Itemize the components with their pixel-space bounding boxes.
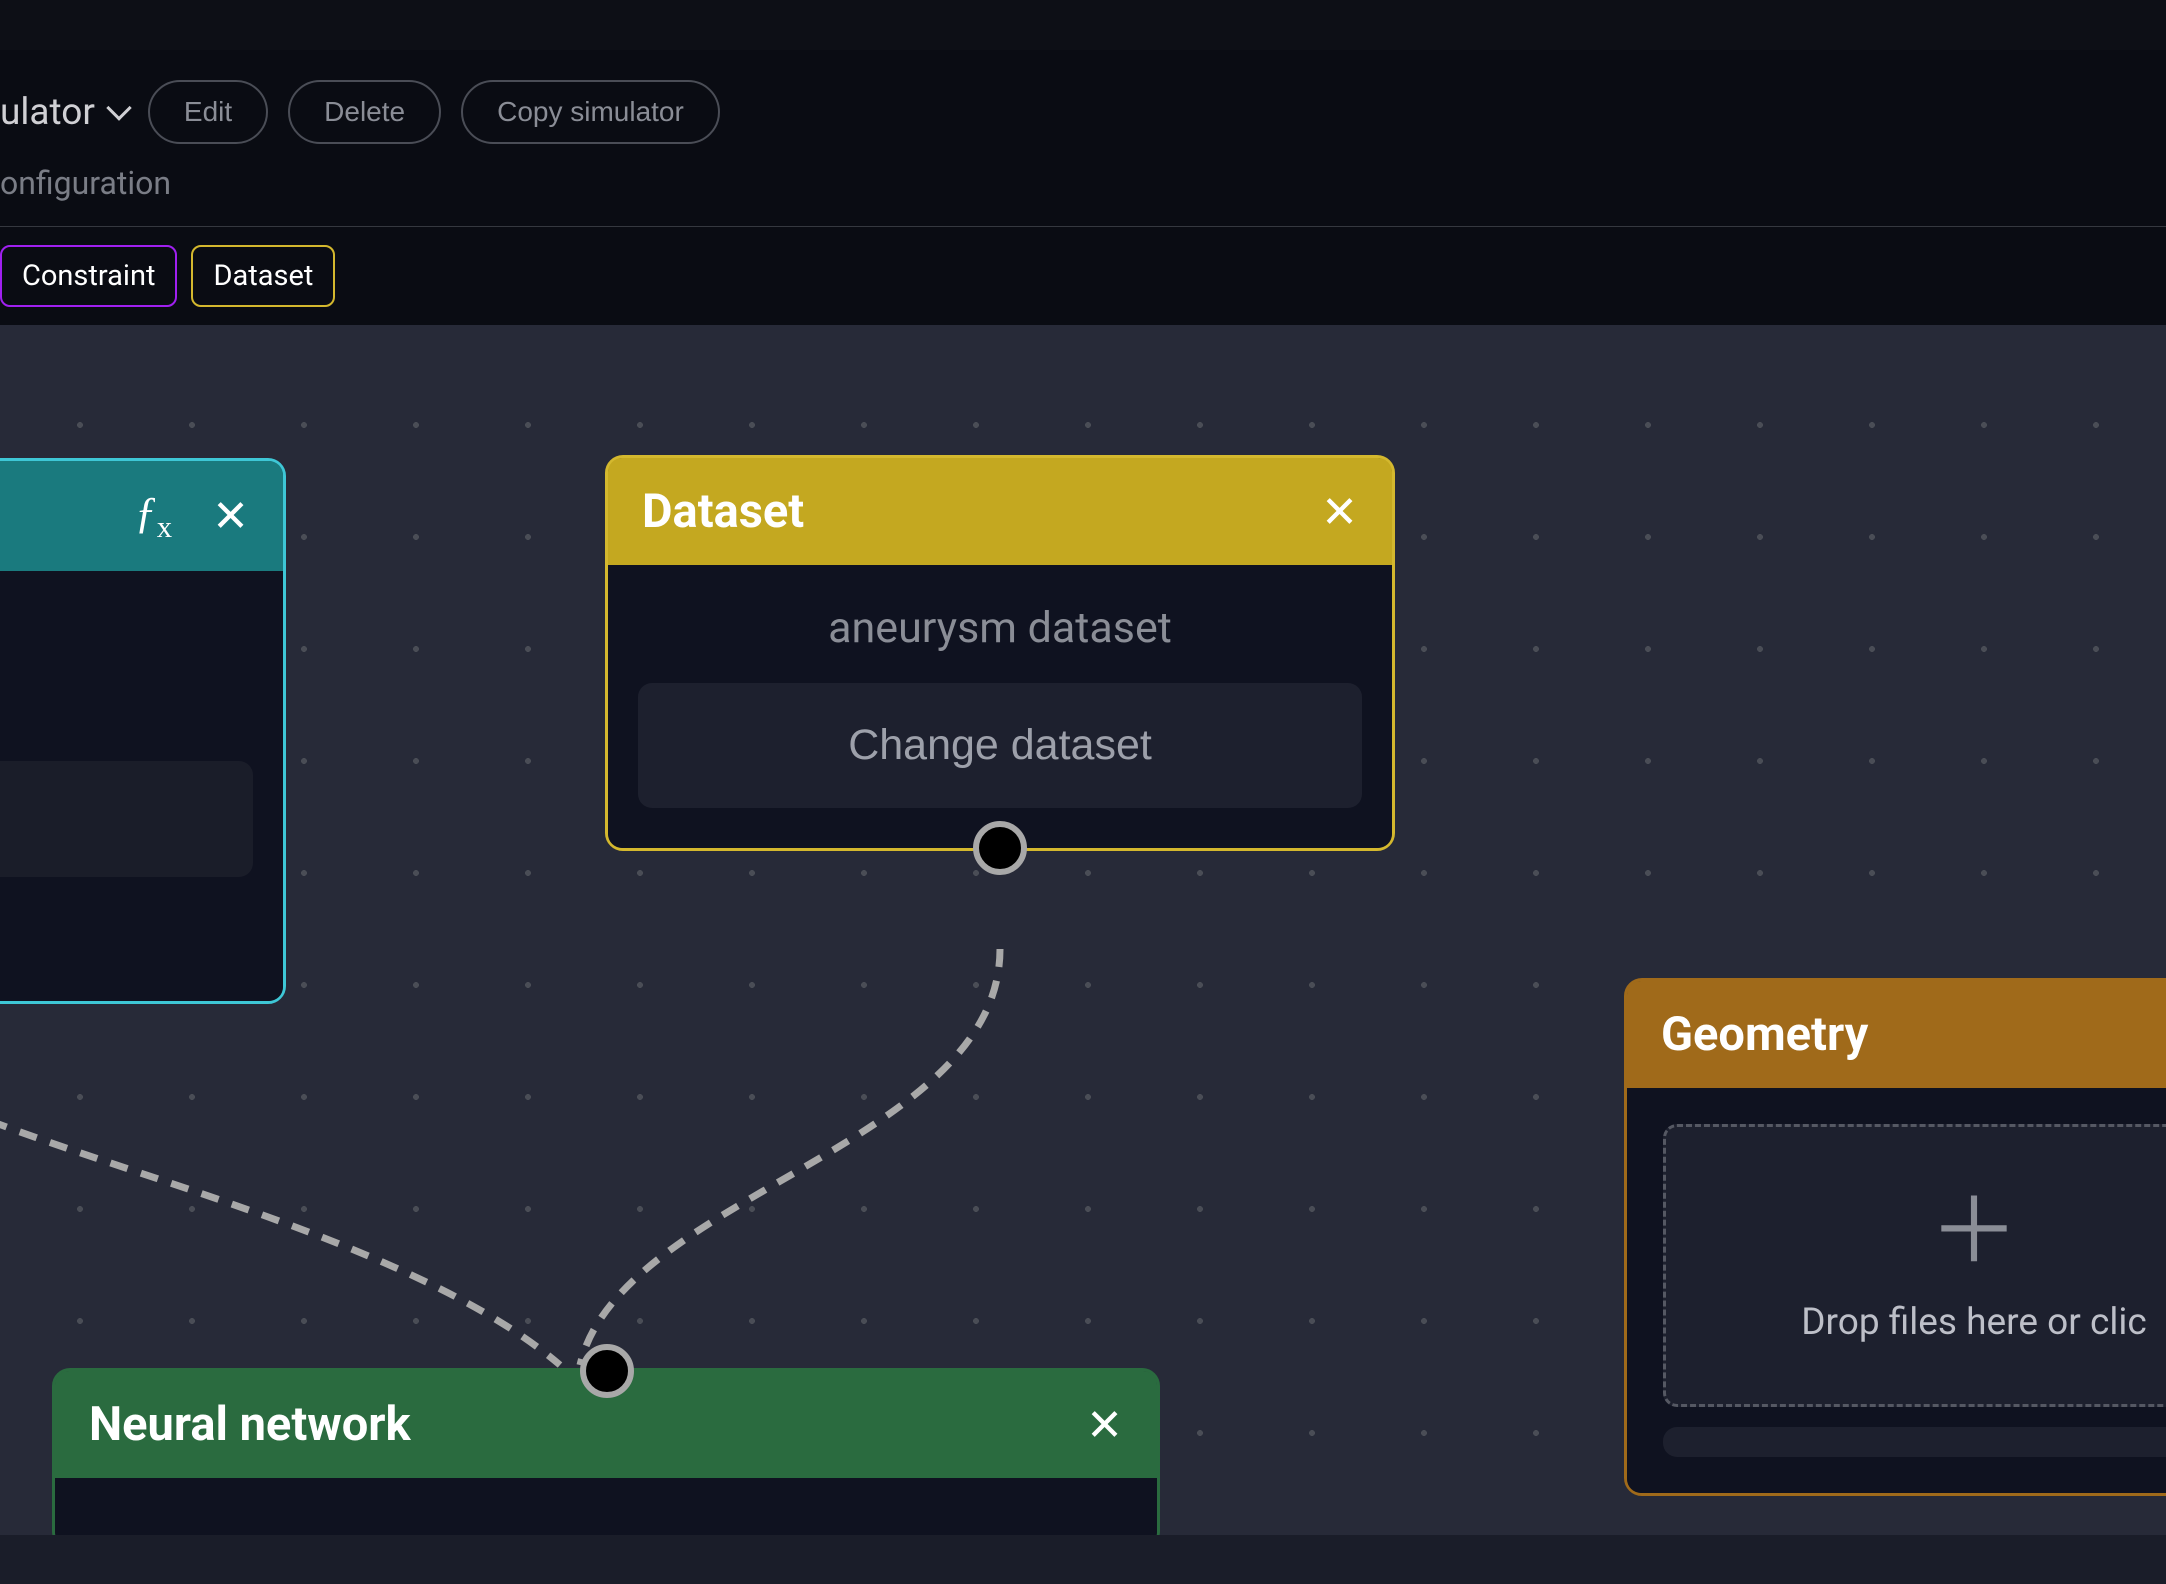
node-geometry-title: Geometry [1661,1007,1868,1062]
node-dataset-title: Dataset [642,484,804,539]
config-label: onfiguration [0,164,2166,226]
node-equation-body: tion: es tion [0,571,283,1001]
edit-button[interactable]: Edit [148,80,268,144]
close-icon[interactable]: ✕ [212,494,249,538]
canvas[interactable]: ƒx ✕ tion: es tion Dataset ✕ aneurysm da… [0,325,2166,1535]
node-equation-header[interactable]: ƒx ✕ [0,461,283,571]
dropzone-text: Drop files here or clic [1706,1301,2166,1344]
node-dataset[interactable]: Dataset ✕ aneurysm dataset Change datase… [605,455,1395,851]
simulator-dropdown[interactable]: ulator [0,91,128,134]
node-nn-body [55,1478,1157,1535]
geometry-lower-panel [1663,1427,2166,1457]
copy-simulator-button[interactable]: Copy simulator [461,80,720,144]
dataset-name-label: aneurysm dataset [638,593,1362,683]
node-dataset-body: aneurysm dataset Change dataset [608,565,1392,848]
node-geometry[interactable]: Geometry ＋ Drop files here or clic [1624,978,2166,1496]
tag-constraint[interactable]: Constraint [0,245,177,307]
port-output[interactable] [973,821,1027,875]
simulator-label: ulator [0,91,95,134]
change-dataset-button[interactable]: Change dataset [638,683,1362,808]
chevron-down-icon [106,95,131,120]
equation-text-line1: tion: [0,599,253,662]
node-nn-title: Neural network [89,1397,411,1452]
tag-dataset[interactable]: Dataset [191,245,335,307]
fx-icon: ƒx [135,487,172,545]
close-icon[interactable]: ✕ [1321,490,1358,534]
equation-button[interactable]: tion [0,761,253,877]
tag-row: Constraint Dataset [0,227,2166,325]
node-dataset-header[interactable]: Dataset ✕ [608,458,1392,565]
node-equation[interactable]: ƒx ✕ tion: es tion [0,458,286,1004]
file-dropzone[interactable]: ＋ Drop files here or clic [1663,1124,2166,1407]
header: ulator Edit Delete Copy simulator onfigu… [0,50,2166,325]
plus-icon: ＋ [1706,1187,2166,1277]
close-icon[interactable]: ✕ [1086,1403,1123,1447]
node-geometry-body: ＋ Drop files here or clic [1627,1088,2166,1493]
top-bar [0,0,2166,50]
node-neural-network[interactable]: Neural network ✕ [52,1368,1160,1535]
equation-text-line2: es [0,662,253,725]
header-actions-row: ulator Edit Delete Copy simulator [0,80,2166,164]
delete-button[interactable]: Delete [288,80,441,144]
node-geometry-header[interactable]: Geometry [1627,981,2166,1088]
port-input[interactable] [580,1344,634,1398]
